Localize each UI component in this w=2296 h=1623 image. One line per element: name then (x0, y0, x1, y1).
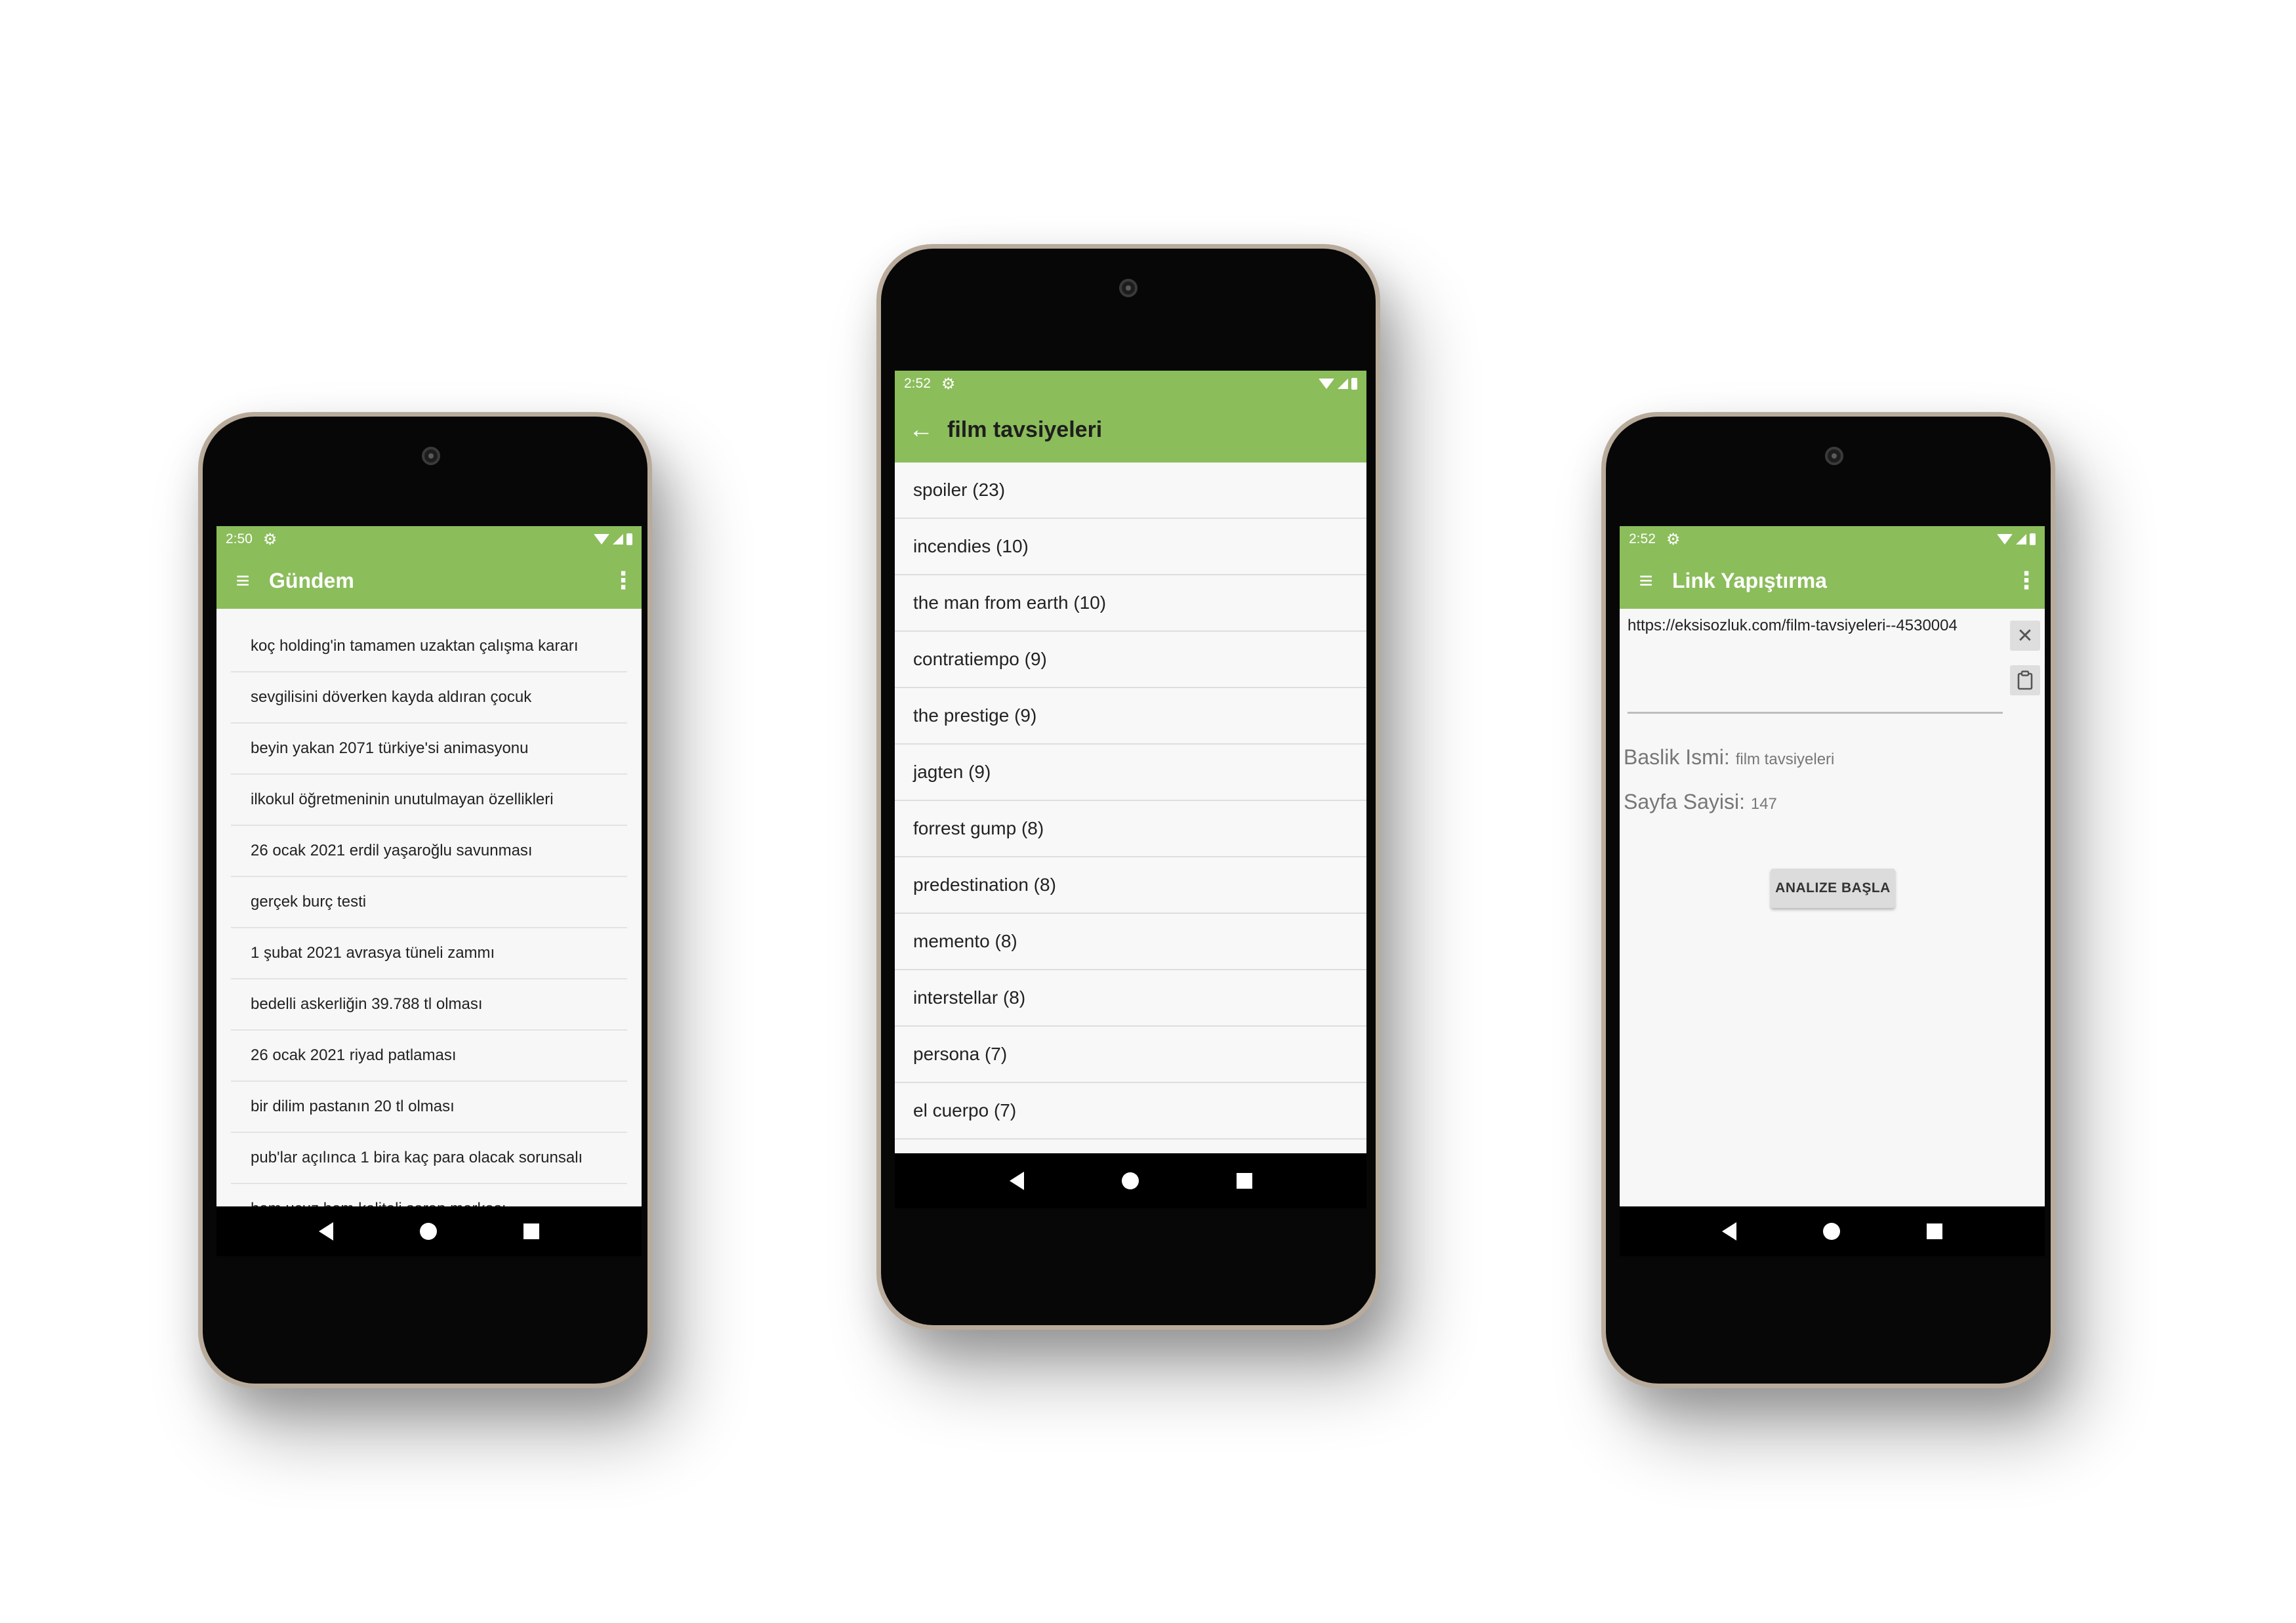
phone-center-body: 2:52 ⚙ ← film tavsiyeleri spoiler (23) i… (881, 249, 1376, 1325)
app-bar: ← film tavsiyeleri (895, 397, 1366, 462)
list-item[interactable]: 1 şubat 2021 avrasya tüneli zammı (231, 928, 627, 979)
page-title: film tavsiyeleri (947, 417, 1103, 442)
wifi-icon (1997, 534, 2013, 544)
list-item[interactable]: spoiler (23) (895, 462, 1366, 519)
status-bar: 2:52 ⚙ (895, 371, 1366, 397)
list-item[interactable]: the man from earth (10) (895, 575, 1366, 632)
status-bar: 2:50 ⚙ (216, 526, 642, 552)
app-bar: ≡ Gündem ⋮ (216, 552, 642, 609)
status-icons (1319, 378, 1357, 390)
battery-icon (1351, 378, 1357, 390)
nav-recents-icon[interactable] (1927, 1223, 1942, 1239)
screen-film-tavsiyeleri: 2:52 ⚙ ← film tavsiyeleri spoiler (23) i… (895, 371, 1366, 1208)
baslik-value: film tavsiyeleri (1735, 750, 1835, 768)
front-camera (1119, 279, 1138, 297)
app-bar: ≡ Link Yapıştırma ⋮ (1620, 552, 2045, 609)
gear-icon: ⚙ (262, 530, 277, 548)
nav-recents-icon[interactable] (1236, 1173, 1252, 1189)
nav-home-icon[interactable] (420, 1223, 437, 1240)
sayfa-label: Sayfa Sayisi: (1624, 790, 1745, 813)
battery-icon (2030, 533, 2036, 545)
list-item[interactable]: 26 ocak 2021 erdil yaşaroğlu savunması (231, 826, 627, 877)
list-item[interactable]: incendies (10) (895, 519, 1366, 575)
list-item[interactable]: interstellar (8) (895, 970, 1366, 1027)
status-bar: 2:52 ⚙ (1620, 526, 2045, 552)
list-item[interactable]: forrest gump (8) (895, 801, 1366, 857)
url-input-value: https://eksisozluk.com/film-tavsiyeleri-… (1628, 617, 1958, 634)
hamburger-icon[interactable]: ≡ (1620, 569, 1672, 592)
clipboard-svg (2017, 670, 2033, 690)
more-vert-icon[interactable]: ⋮ (605, 567, 642, 594)
signal-icon (2016, 534, 2026, 544)
analyze-button[interactable]: ANALIZE BAŞLA (1771, 869, 1895, 908)
status-time: 2:50 (226, 531, 253, 546)
list-item[interactable]: jagten (9) (895, 745, 1366, 801)
phone-left-body: 2:50 ⚙ ≡ Gündem ⋮ koç holding'in tamamen… (203, 417, 647, 1384)
front-camera (1825, 447, 1843, 465)
status-icons (594, 533, 632, 545)
list-item[interactable]: the prestige (9) (895, 688, 1366, 745)
list-item[interactable]: predestination (8) (895, 857, 1366, 914)
nav-bar (895, 1153, 1366, 1208)
screen-link-yapistirma: 2:52 ⚙ ≡ Link Yapıştırma ⋮ https://eksis… (1620, 526, 2045, 1256)
signal-icon (613, 534, 623, 544)
nav-back-icon[interactable] (1722, 1222, 1736, 1241)
film-list: spoiler (23) incendies (10) the man from… (895, 462, 1366, 1140)
nav-bar (1620, 1206, 2045, 1256)
list-item[interactable]: pub'lar açılınca 1 bira kaç para olacak … (231, 1133, 627, 1184)
phone-left: 2:50 ⚙ ≡ Gündem ⋮ koç holding'in tamamen… (198, 412, 652, 1388)
close-icon[interactable]: ✕ (2010, 621, 2040, 651)
list-item[interactable]: ilkokul öğretmeninin unutulmayan özellik… (231, 775, 627, 826)
signal-icon (1338, 379, 1348, 389)
nav-back-icon[interactable] (1009, 1172, 1024, 1190)
screen-gundem: 2:50 ⚙ ≡ Gündem ⋮ koç holding'in tamamen… (216, 526, 642, 1256)
gear-icon: ⚙ (1666, 530, 1681, 548)
wifi-icon (1319, 379, 1334, 389)
clipboard-icon[interactable] (2010, 665, 2040, 695)
list-item[interactable]: koç holding'in tamamen uzaktan çalışma k… (231, 621, 627, 672)
list-item[interactable]: contratiempo (9) (895, 632, 1366, 688)
list-item[interactable]: sevgilisini döverken kayda aldıran çocuk (231, 672, 627, 724)
status-time: 2:52 (904, 376, 931, 391)
sayfa-value: 147 (1750, 795, 1777, 813)
page-title: Link Yapıştırma (1672, 568, 1827, 592)
nav-home-icon[interactable] (1823, 1223, 1840, 1240)
phone-right-body: 2:52 ⚙ ≡ Link Yapıştırma ⋮ https://eksis… (1606, 417, 2051, 1384)
nav-recents-icon[interactable] (523, 1223, 539, 1239)
list-item[interactable]: gerçek burç testi (231, 877, 627, 928)
list-item[interactable]: persona (7) (895, 1027, 1366, 1083)
list-item[interactable]: memento (8) (895, 914, 1366, 970)
phone-right: 2:52 ⚙ ≡ Link Yapıştırma ⋮ https://eksis… (1601, 412, 2055, 1388)
status-icons (1997, 533, 2036, 545)
gear-icon: ⚙ (941, 375, 956, 393)
list-item[interactable]: beyin yakan 2071 türkiye'si animasyonu (231, 724, 627, 775)
nav-home-icon[interactable] (1121, 1172, 1139, 1189)
list-item[interactable]: 26 ocak 2021 riyad patlaması (231, 1031, 627, 1082)
status-time: 2:52 (1629, 531, 1656, 546)
nav-bar (216, 1206, 642, 1256)
page-title: Gündem (269, 568, 354, 592)
baslik-ismi: Baslik Ismi: film tavsiyeleri (1624, 745, 1834, 770)
list-item[interactable]: bedelli askerliğin 39.788 tl olması (231, 979, 627, 1031)
more-vert-icon[interactable]: ⋮ (2008, 567, 2045, 594)
arrow-back-icon[interactable]: ← (895, 416, 947, 444)
hamburger-icon[interactable]: ≡ (216, 569, 269, 592)
topic-list: koç holding'in tamamen uzaktan çalışma k… (231, 621, 627, 1235)
phone-center: 2:52 ⚙ ← film tavsiyeleri spoiler (23) i… (876, 244, 1380, 1330)
nav-back-icon[interactable] (319, 1222, 333, 1241)
list-item[interactable]: bir dilim pastanın 20 tl olması (231, 1082, 627, 1133)
baslik-label: Baslik Ismi: (1624, 745, 1730, 769)
front-camera (422, 447, 440, 465)
url-input[interactable]: https://eksisozluk.com/film-tavsiyeleri-… (1628, 617, 2003, 714)
sayfa-sayisi: Sayfa Sayisi: 147 (1624, 790, 1777, 814)
list-item[interactable]: el cuerpo (7) (895, 1083, 1366, 1140)
wifi-icon (594, 534, 609, 544)
battery-icon (626, 533, 632, 545)
